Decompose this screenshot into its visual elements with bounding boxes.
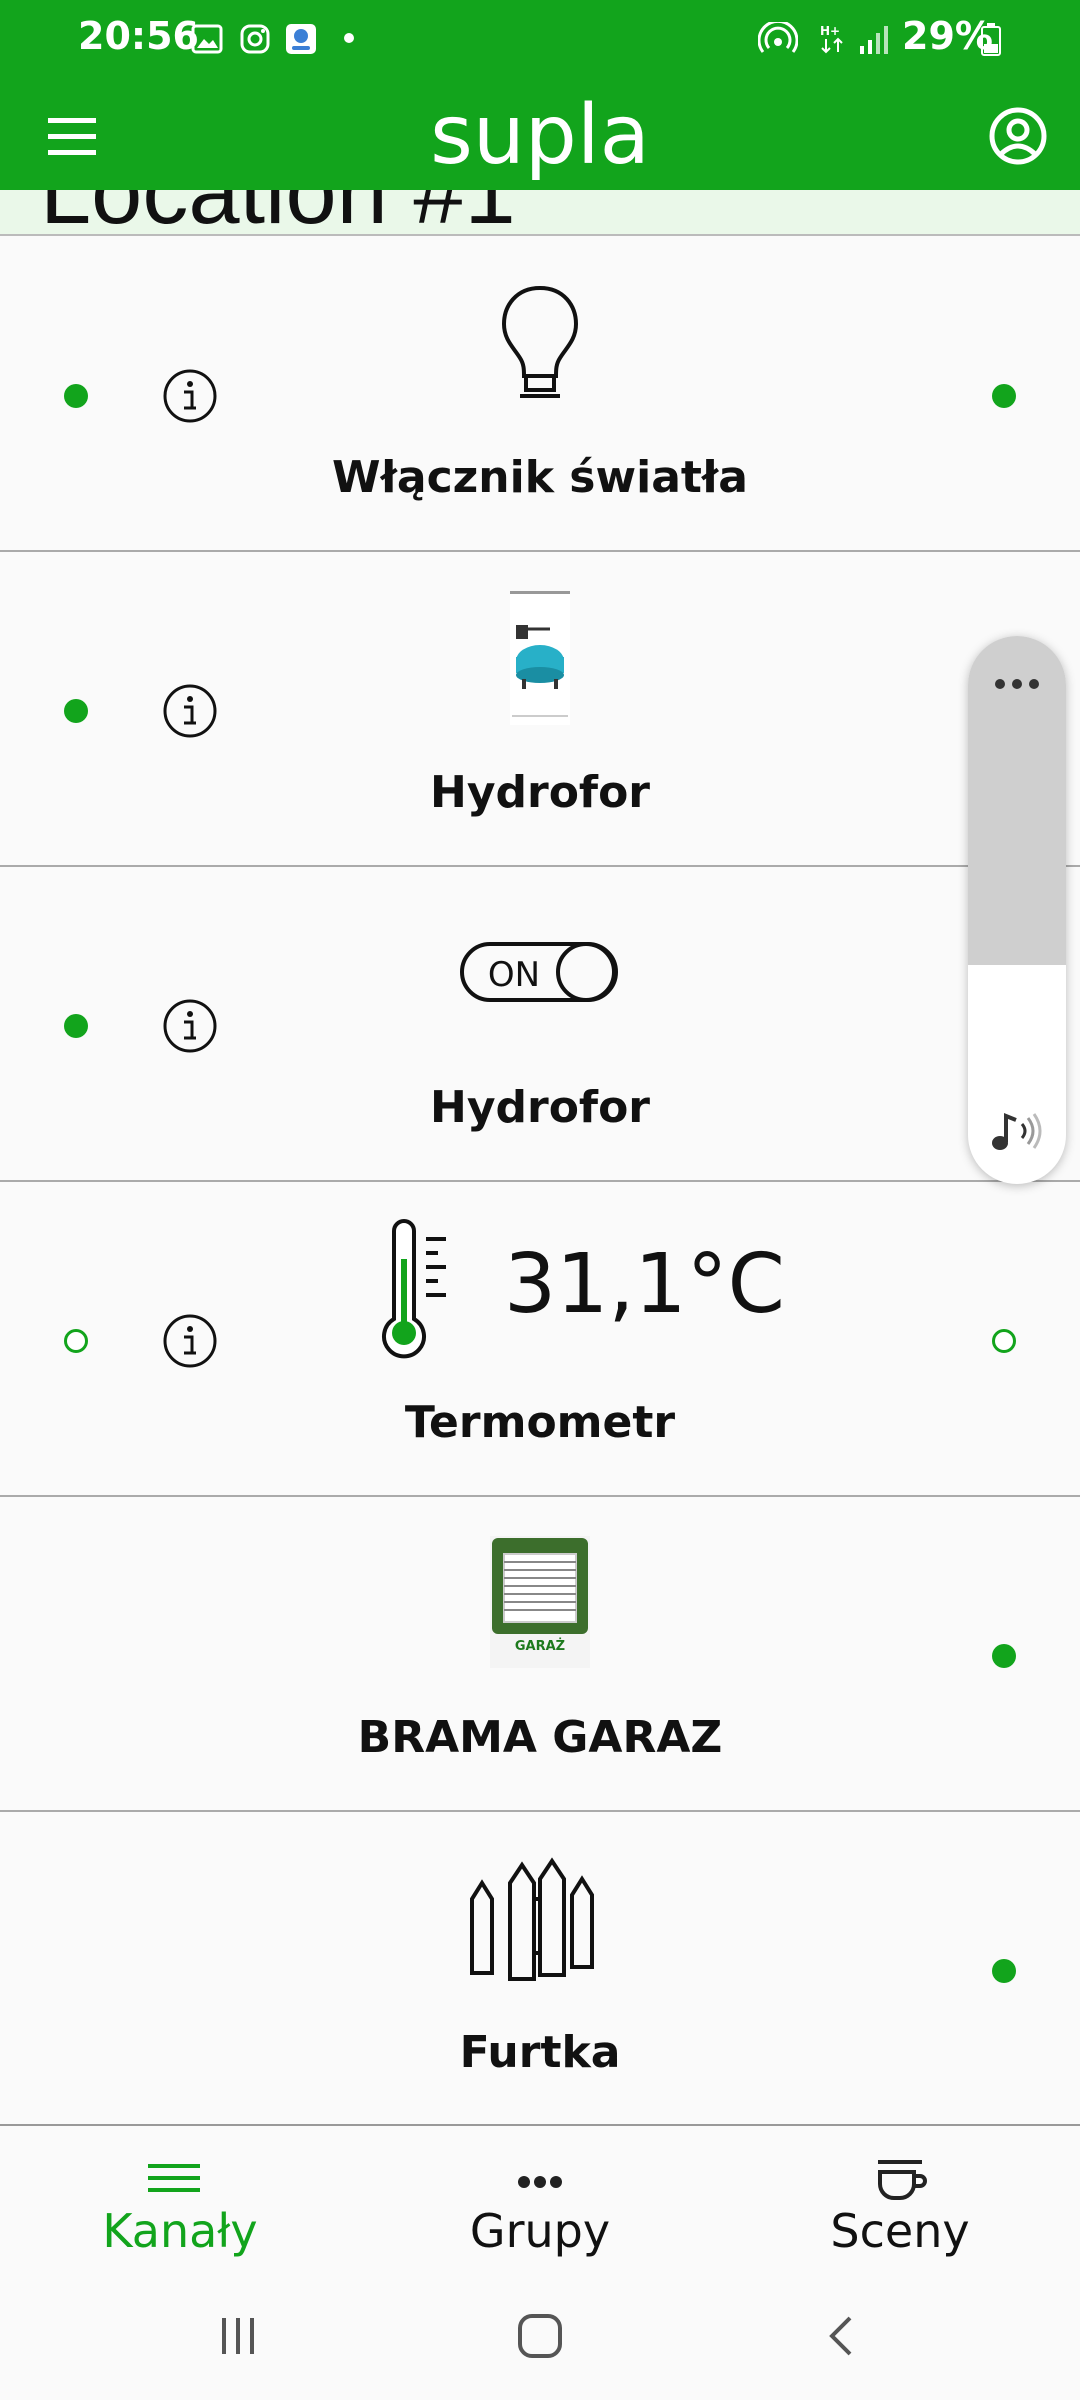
thermometer-icon [382,1219,446,1359]
top-bar: 20:56 H+ 29% supla [0,0,1080,190]
gallery-icon [191,24,223,54]
info-icon[interactable] [162,1313,218,1369]
channel-row-thermometer[interactable]: 31,1°C Termometr [0,1183,1080,1497]
status-dot-left [64,1014,88,1038]
location-header[interactable]: Location #1 [0,190,1080,236]
account-circle-icon[interactable] [984,102,1052,170]
channel-caption: Hydrofor [430,1082,650,1133]
switch-state-label: ON [488,955,540,995]
status-dot-left [64,1329,88,1353]
nav-label: Grupy [469,2204,611,2258]
status-dot-left [64,699,88,723]
app-title: supla [430,88,650,183]
nav-label: Kanały [102,2204,258,2258]
nav-groups[interactable]: Grupy [360,2126,720,2276]
battery-icon [981,23,1001,56]
home-icon[interactable] [510,2306,570,2366]
recents-icon[interactable] [208,2306,268,2366]
channel-caption: Hydrofor [430,767,650,818]
hotspot-icon [758,22,798,53]
signal-icon [860,26,888,54]
status-dot-right [992,1959,1016,1983]
volume-panel[interactable] [968,636,1066,1184]
status-dot-right [992,1329,1016,1353]
svg-text:H+: H+ [820,24,840,38]
more-dots-icon[interactable] [992,676,1042,692]
bottom-navigation: Kanały Grupy Sceny [0,2124,1080,2274]
info-icon[interactable] [162,683,218,739]
lightbulb-icon [501,285,579,398]
nav-label: Sceny [830,2204,970,2258]
channel-list[interactable]: Włącznik światła Hydrofor ON Hydrofor 31… [0,238,1080,2122]
temperature-value: 31,1°C [504,1237,785,1332]
channel-row-hydrofor-switch[interactable]: ON Hydrofor [0,868,1080,1182]
back-icon[interactable] [812,2306,872,2366]
instagram-icon [240,24,270,54]
data-icon: H+ [820,24,843,54]
channel-caption: Termometr [404,1397,676,1448]
status-dot-right [992,1644,1016,1668]
info-icon[interactable] [162,998,218,1054]
nav-channels[interactable]: Kanały [0,2126,360,2276]
scenes-cup-icon [878,2160,927,2200]
channel-row-hydrofor-pump[interactable]: Hydrofor [0,553,1080,867]
channel-row-garage-gate[interactable]: GARAŻ BRAMA GARAZ [0,1498,1080,1812]
garage-image-label: GARAŻ [515,1638,565,1654]
notification-dot [344,33,354,43]
status-time: 20:56 [78,14,199,58]
status-dot-right [992,384,1016,408]
channel-row-light-switch[interactable]: Włącznik światła [0,238,1080,552]
water-pump-image [510,591,570,725]
gate-icon [470,1857,594,1981]
channel-caption: BRAMA GARAZ [357,1712,723,1763]
info-icon[interactable] [162,368,218,424]
groups-dots-icon [518,2176,562,2188]
location-name: Location #1 [40,190,516,234]
status-dot-left [64,384,88,408]
channel-caption: Furtka [459,2027,621,2078]
channel-row-gate[interactable]: Furtka [0,1813,1080,2122]
system-navigation [0,2276,1080,2400]
app-icon [286,24,316,54]
channels-list-icon [148,2164,200,2192]
garage-door-icon: GARAŻ [490,1536,590,1668]
nav-scenes[interactable]: Sceny [720,2126,1080,2276]
app-bar: supla [0,78,1080,190]
sound-mode-icon[interactable] [988,1106,1046,1156]
on-switch-icon[interactable]: ON [460,896,620,1046]
status-bar: 20:56 H+ 29% [0,0,1080,78]
channel-caption: Włącznik światła [332,452,748,503]
